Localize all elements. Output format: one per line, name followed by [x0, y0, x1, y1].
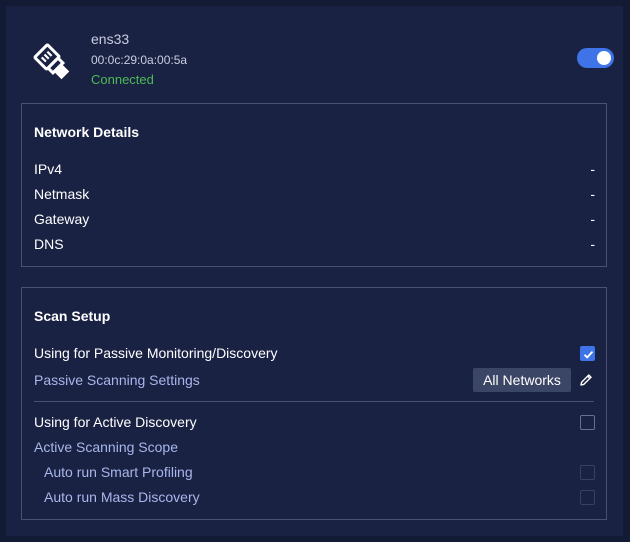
dns-value: - — [590, 236, 595, 252]
passive-monitoring-label: Using for Passive Monitoring/Discovery — [34, 345, 278, 361]
pencil-edit-icon[interactable] — [578, 372, 594, 388]
mac-address: 00:0c:29:0a:00:5a — [91, 53, 188, 67]
connection-status: Connected — [91, 72, 154, 87]
dns-label: DNS — [34, 236, 64, 252]
mass-discovery-label: Auto run Mass Discovery — [44, 489, 200, 505]
passive-scanning-settings-label: Passive Scanning Settings — [34, 372, 200, 388]
scan-setup-title: Scan Setup — [34, 308, 111, 324]
toggle-knob — [597, 51, 611, 65]
network-details-title: Network Details — [34, 124, 140, 140]
passive-monitoring-checkbox[interactable] — [580, 346, 595, 361]
gateway-value: - — [590, 211, 595, 227]
ipv4-value: - — [590, 161, 595, 177]
section-divider — [34, 401, 594, 402]
active-discovery-checkbox[interactable] — [580, 415, 595, 430]
mass-discovery-checkbox[interactable] — [580, 490, 595, 505]
netmask-value: - — [590, 186, 595, 202]
ipv4-label: IPv4 — [34, 161, 63, 177]
checkmark-icon — [583, 350, 594, 359]
netmask-label: Netmask — [34, 186, 90, 202]
smart-profiling-label: Auto run Smart Profiling — [44, 464, 193, 480]
passive-networks-selector[interactable]: All Networks — [473, 368, 571, 392]
smart-profiling-checkbox[interactable] — [580, 465, 595, 480]
active-discovery-label: Using for Active Discovery — [34, 414, 197, 430]
network-details-section: Network Details IPv4 - Netmask - Gateway… — [21, 103, 607, 267]
ethernet-plug-icon — [33, 43, 70, 80]
active-scanning-scope-label: Active Scanning Scope — [34, 439, 178, 455]
gateway-label: Gateway — [34, 211, 90, 227]
interface-name: ens33 — [91, 31, 130, 47]
scan-setup-section: Scan Setup Using for Passive Monitoring/… — [21, 287, 607, 520]
interface-enable-toggle[interactable] — [577, 48, 614, 68]
